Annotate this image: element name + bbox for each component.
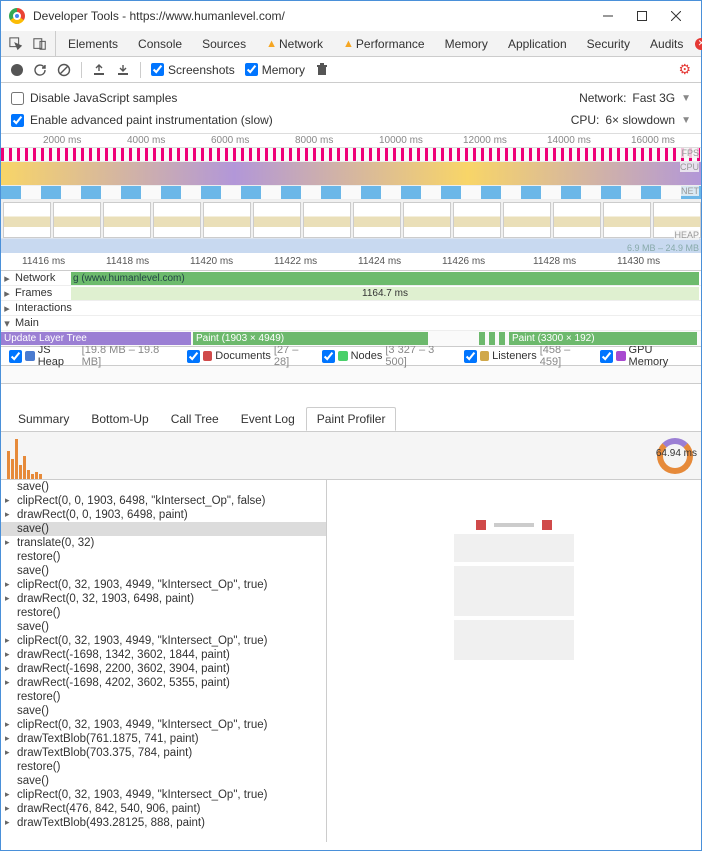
- network-label: Network:: [579, 91, 626, 105]
- paint-command[interactable]: save(): [1, 564, 326, 578]
- close-button[interactable]: [659, 2, 693, 30]
- counter-listeners[interactable]: Listeners[458 – 459]: [464, 344, 592, 368]
- memory-checkbox[interactable]: Memory: [245, 63, 305, 77]
- paint-time-label: 64.94 ms: [656, 448, 697, 459]
- paint-command[interactable]: translate(0, 32): [1, 536, 326, 550]
- paint-command[interactable]: drawTextBlob(703.375, 784, paint): [1, 746, 326, 760]
- paint-command[interactable]: save(): [1, 620, 326, 634]
- paint-command[interactable]: drawRect(0, 0, 1903, 6498, paint): [1, 508, 326, 522]
- clear-button[interactable]: [57, 63, 71, 77]
- tab-bottom-up[interactable]: Bottom-Up: [80, 407, 159, 431]
- counter-js-heap[interactable]: JS Heap[19.8 MB – 19.8 MB]: [9, 344, 179, 368]
- paint-command[interactable]: save(): [1, 774, 326, 788]
- enable-paint-checkbox[interactable]: [11, 114, 24, 127]
- save-profile-button[interactable]: [116, 63, 130, 77]
- tab-audits[interactable]: Audits: [642, 31, 691, 57]
- heap-overview[interactable]: HEAP 6.9 MB – 24.9 MB: [1, 229, 701, 253]
- network-request-bar[interactable]: g (www.humanlevel.com): [71, 272, 699, 285]
- paint-preview: [327, 480, 701, 842]
- paint-command[interactable]: drawTextBlob(493.28125, 888, paint): [1, 816, 326, 830]
- paint-command[interactable]: clipRect(0, 32, 1903, 4949, "kIntersect_…: [1, 578, 326, 592]
- paint-command[interactable]: clipRect(0, 32, 1903, 4949, "kIntersect_…: [1, 634, 326, 648]
- paint-command[interactable]: drawRect(-1698, 4202, 3602, 5355, paint): [1, 676, 326, 690]
- track-network[interactable]: ▸Network g (www.humanlevel.com): [1, 271, 701, 286]
- paint-command[interactable]: clipRect(0, 0, 1903, 6498, "kIntersect_O…: [1, 494, 326, 508]
- load-profile-button[interactable]: [92, 63, 106, 77]
- paint-command[interactable]: drawTextBlob(761.1875, 741, paint): [1, 732, 326, 746]
- paint-command[interactable]: save(): [1, 704, 326, 718]
- garbage-collect-button[interactable]: [315, 63, 329, 77]
- track-main[interactable]: ▾Main: [1, 316, 701, 331]
- tab-console[interactable]: Console: [130, 31, 190, 57]
- device-toolbar-icon[interactable]: [31, 35, 49, 53]
- tab-elements[interactable]: Elements: [60, 31, 126, 57]
- minimize-button[interactable]: [591, 2, 625, 30]
- paint-command[interactable]: drawRect(-1698, 2200, 3602, 3904, paint): [1, 662, 326, 676]
- counter-documents[interactable]: Documents[27 – 28]: [187, 344, 314, 368]
- disable-js-label: Disable JavaScript samples: [30, 91, 177, 105]
- counter-graph[interactable]: [1, 366, 701, 384]
- enable-paint-label: Enable advanced paint instrumentation (s…: [30, 113, 273, 127]
- window-title: Developer Tools - https://www.humanlevel…: [33, 9, 591, 23]
- counter-gpu[interactable]: GPU Memory: [600, 344, 693, 368]
- tab-call-tree[interactable]: Call Tree: [160, 407, 230, 431]
- counter-nodes[interactable]: Nodes[3 327 – 3 500]: [322, 344, 456, 368]
- paint-profiler-graph[interactable]: 64.94 ms: [1, 432, 701, 480]
- paint-command[interactable]: clipRect(0, 32, 1903, 4949, "kIntersect_…: [1, 718, 326, 732]
- track-frames[interactable]: ▸Frames 1164.7 ms: [1, 286, 701, 301]
- inspect-element-icon[interactable]: [7, 35, 25, 53]
- frame-bar[interactable]: 1164.7 ms: [71, 287, 699, 300]
- event-paint[interactable]: Paint (3300 × 192): [509, 332, 697, 345]
- tab-memory[interactable]: Memory: [437, 31, 496, 57]
- settings-gear-icon[interactable]: ⚙: [678, 61, 691, 78]
- maximize-button[interactable]: [625, 2, 659, 30]
- window-titlebar: Developer Tools - https://www.humanlevel…: [1, 1, 701, 31]
- paint-command[interactable]: save(): [1, 522, 326, 536]
- tab-summary[interactable]: Summary: [7, 407, 80, 431]
- flame-ruler[interactable]: 11416 ms 11418 ms 11420 ms 11422 ms 1142…: [1, 253, 701, 271]
- tab-performance[interactable]: ▲Performance: [335, 31, 433, 57]
- timeline-overview[interactable]: 2000 ms 4000 ms 6000 ms 8000 ms 10000 ms…: [1, 133, 701, 229]
- chrome-icon: [9, 8, 25, 24]
- event-paint[interactable]: Paint (1903 × 4949): [193, 332, 428, 345]
- tab-security[interactable]: Security: [579, 31, 638, 57]
- network-value[interactable]: Fast 3G: [632, 91, 675, 105]
- error-x-icon: ✕: [695, 38, 702, 50]
- paint-command[interactable]: restore(): [1, 690, 326, 704]
- cpu-label: CPU:: [571, 113, 600, 127]
- overview-ruler: 2000 ms 4000 ms 6000 ms 8000 ms 10000 ms…: [1, 134, 701, 148]
- paint-command[interactable]: drawRect(0, 32, 1903, 6498, paint): [1, 592, 326, 606]
- paint-command[interactable]: restore(): [1, 760, 326, 774]
- details-tabbar: Summary Bottom-Up Call Tree Event Log Pa…: [1, 406, 701, 432]
- record-button[interactable]: [11, 64, 23, 76]
- paint-command-list[interactable]: save()clipRect(0, 0, 1903, 6498, "kInter…: [1, 480, 327, 842]
- tab-application[interactable]: Application: [500, 31, 575, 57]
- flame-chart[interactable]: ▸Network g (www.humanlevel.com) ▸Frames …: [1, 271, 701, 346]
- tab-sources[interactable]: Sources: [194, 31, 254, 57]
- memory-counters: JS Heap[19.8 MB – 19.8 MB] Documents[27 …: [1, 346, 701, 366]
- paint-command[interactable]: drawRect(476, 842, 540, 906, paint): [1, 802, 326, 816]
- tab-network[interactable]: ▲Network: [258, 31, 331, 57]
- performance-toolbar: Screenshots Memory ⚙: [1, 57, 701, 83]
- chevron-down-icon[interactable]: ▼: [681, 115, 691, 126]
- warning-icon: ▲: [266, 38, 277, 50]
- reload-button[interactable]: [33, 63, 47, 77]
- devtools-tabbar: Elements Console Sources ▲Network ▲Perfo…: [1, 31, 701, 57]
- paint-command[interactable]: clipRect(0, 32, 1903, 4949, "kIntersect_…: [1, 788, 326, 802]
- disable-js-checkbox[interactable]: [11, 92, 24, 105]
- paint-command[interactable]: restore(): [1, 606, 326, 620]
- error-badge[interactable]: ✕ 1: [695, 37, 702, 51]
- cpu-value[interactable]: 6× slowdown: [605, 113, 675, 127]
- screenshots-checkbox[interactable]: Screenshots: [151, 63, 235, 77]
- paint-command[interactable]: drawRect(-1698, 1342, 3602, 1844, paint): [1, 648, 326, 662]
- paint-command[interactable]: restore(): [1, 550, 326, 564]
- paint-command[interactable]: save(): [1, 480, 326, 494]
- warning-icon: ▲: [343, 38, 354, 50]
- event-update-layer-tree[interactable]: Update Layer Tree: [1, 332, 191, 345]
- chevron-down-icon[interactable]: ▼: [681, 93, 691, 104]
- tab-paint-profiler[interactable]: Paint Profiler: [306, 407, 397, 431]
- track-interactions[interactable]: ▸Interactions: [1, 301, 701, 316]
- tab-event-log[interactable]: Event Log: [230, 407, 306, 431]
